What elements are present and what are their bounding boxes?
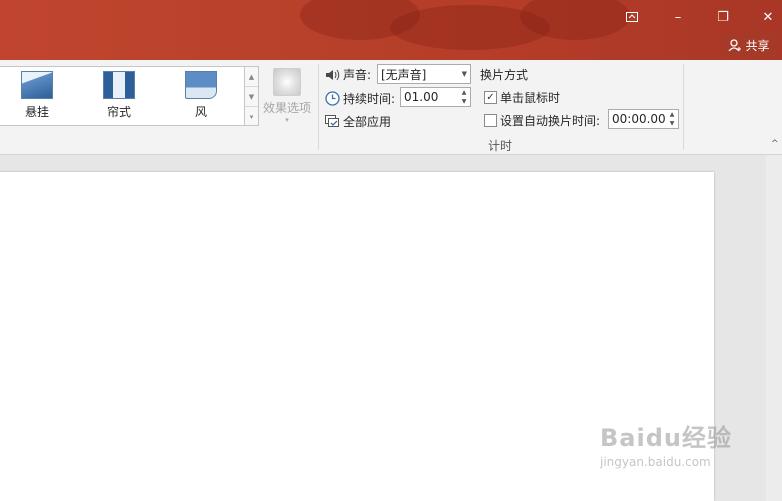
duration-spinner[interactable]: ▲ ▼ [459, 88, 469, 106]
share-label: 共享 [745, 38, 770, 53]
scroll-up-icon[interactable]: ▲ [245, 67, 258, 87]
transition-label: 悬挂 [24, 105, 49, 119]
minimize-icon: – [674, 9, 682, 25]
on-click-row[interactable]: ✓ 单击鼠标时 [484, 89, 560, 106]
transition-label: 风 [194, 105, 207, 119]
ribbon-display-icon [626, 12, 638, 22]
apply-all-icon [325, 115, 339, 127]
close-button[interactable]: ✕ [753, 6, 782, 28]
transition-label: 帘式 [106, 105, 131, 119]
person-add-icon [728, 38, 742, 51]
on-click-checkbox[interactable]: ✓ [484, 91, 497, 104]
sound-label: 声音: [343, 68, 372, 82]
title-bar: – ❐ ✕ 共享 [0, 0, 782, 60]
apply-all-label: 全部应用 [343, 115, 392, 129]
after-time-value: 00:00.00 [612, 112, 666, 126]
advance-slide-title: 换片方式 [480, 68, 529, 82]
effect-options-label: 效果选项 [262, 101, 311, 115]
effect-options-button[interactable]: 效果选项 ▾ [260, 68, 314, 124]
maximize-icon: ❐ [717, 9, 729, 25]
curtains-thumbnail-icon [103, 71, 135, 99]
after-label: 设置自动换片时间: [500, 114, 601, 128]
transition-hang[interactable]: 悬挂 [12, 71, 62, 120]
collapse-ribbon-icon[interactable]: ^ [771, 139, 779, 149]
after-checkbox[interactable] [484, 114, 497, 127]
after-time-spinner[interactable]: ▲ ▼ [667, 110, 677, 128]
vertical-scrollbar[interactable] [766, 155, 782, 501]
minimize-button[interactable]: – [663, 6, 693, 28]
after-time-input[interactable]: 00:00.00 ▲ ▼ [608, 109, 679, 129]
ribbon: 悬挂 帘式 风 ▲ ▼ ▾ 效果选项 ▾ 声音: [无声音] ▼ 持续时间: 0… [0, 60, 782, 155]
duration-row: 持续时间: [325, 90, 395, 107]
transition-gallery: 悬挂 帘式 风 [0, 66, 245, 126]
spin-down-icon[interactable]: ▼ [670, 120, 675, 127]
after-row[interactable]: 设置自动换片时间: [484, 112, 600, 129]
gallery-scroll[interactable]: ▲ ▼ ▾ [244, 66, 259, 126]
share-button[interactable]: 共享 [722, 34, 776, 56]
sound-select[interactable]: [无声音] ▼ [377, 64, 471, 84]
scroll-down-icon[interactable]: ▼ [245, 87, 258, 107]
duration-input[interactable]: 01.00 ▲ ▼ [400, 87, 471, 107]
group-separator [318, 64, 319, 150]
hang-thumbnail-icon [21, 71, 53, 99]
duration-value: 01.00 [404, 90, 439, 104]
on-click-label: 单击鼠标时 [500, 91, 561, 105]
clock-icon [325, 91, 340, 106]
wind-thumbnail-icon [185, 71, 217, 99]
maximize-button[interactable]: ❐ [708, 6, 738, 28]
watermark-url: jingyan.baidu.com [600, 455, 711, 469]
transition-wind[interactable]: 风 [176, 71, 226, 120]
effect-options-icon [273, 68, 301, 96]
chevron-down-icon: ▼ [461, 70, 467, 78]
spin-up-icon[interactable]: ▲ [670, 111, 675, 118]
gallery-more-icon[interactable]: ▾ [245, 107, 258, 126]
baidu-watermark: Baidu经验 jingyan.baidu.com [600, 418, 732, 469]
ribbon-display-options-button[interactable] [617, 6, 647, 28]
spin-up-icon[interactable]: ▲ [462, 89, 467, 96]
duration-label: 持续时间: [343, 92, 396, 106]
timing-group-label: 计时 [488, 139, 513, 153]
group-separator [683, 64, 684, 150]
sound-row: 声音: [325, 66, 371, 83]
speaker-icon [326, 69, 340, 80]
close-icon: ✕ [762, 9, 774, 25]
sound-value: [无声音] [381, 67, 427, 82]
spin-down-icon[interactable]: ▼ [462, 98, 467, 105]
apply-all-button[interactable]: 全部应用 [325, 113, 391, 130]
dropdown-arrow-icon: ▾ [285, 116, 289, 124]
transition-curtains[interactable]: 帘式 [94, 71, 144, 120]
watermark-brand: Baidu经验 [600, 424, 732, 452]
